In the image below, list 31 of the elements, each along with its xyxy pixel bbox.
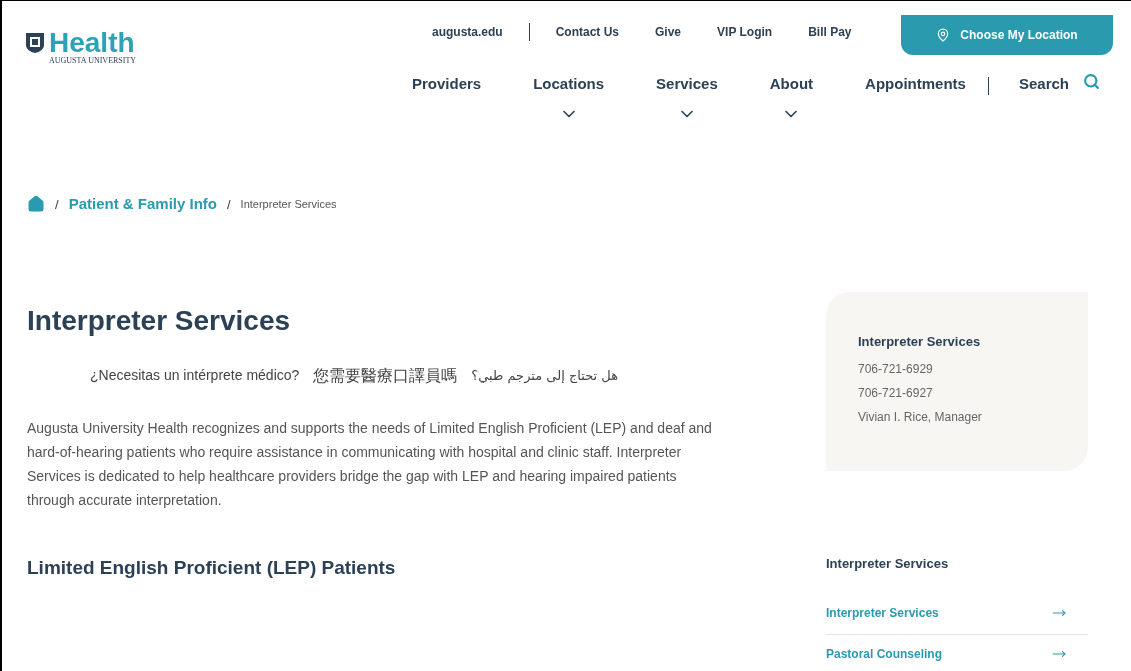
- language-prompt: ¿Necesitas un intérprete médico?: [90, 366, 300, 385]
- nav-link[interactable]: Appointments: [865, 73, 966, 96]
- shield-logo-icon: [25, 32, 45, 54]
- breadcrumb-separator: /: [55, 195, 59, 214]
- nav-link[interactable]: Services: [656, 73, 718, 96]
- search-icon[interactable]: [1083, 73, 1100, 90]
- utility-link[interactable]: VIP Login: [717, 23, 773, 41]
- breadcrumb-separator: /: [227, 195, 231, 214]
- utility-link[interactable]: augusta.edu: [432, 23, 503, 41]
- logo-subtitle: AUGUSTA UNIVERSITY: [49, 57, 138, 65]
- contact-line: 706-721-6929: [858, 360, 934, 378]
- utility-link[interactable]: Bill Pay: [808, 23, 852, 41]
- side-nav-title: Interpreter Services: [826, 555, 950, 573]
- breadcrumb-current: Interpreter Services: [240, 197, 337, 212]
- nav-link[interactable]: Providers: [412, 73, 482, 96]
- nav-link[interactable]: Locations: [533, 73, 605, 96]
- nav-link[interactable]: About: [769, 73, 814, 96]
- section-heading: Limited English Proficient (LEP) Patients: [27, 555, 397, 580]
- language-prompt: هل تحتاج إلى مترجم طبي؟: [471, 366, 618, 386]
- contact-line: 706-721-6927: [858, 384, 934, 402]
- intro-paragraph: Augusta University Health recognizes and supports the needs of Limited English Proficient (LEP) and deaf and hard-of-hearing patients who require assistance in communicating with hospital and clinic staff. Interpreter Services is dedicated to help healthcare providers bridge the gap with LEP and hearing impaired patients through accurate interpretation.: [27, 418, 713, 510]
- map-pin-icon: [936, 28, 951, 42]
- contact-line: Vivian I. Rice, Manager: [858, 408, 983, 426]
- search-link[interactable]: Search: [1018, 73, 1069, 96]
- home-icon[interactable]: [27, 195, 45, 214]
- language-prompt: 您需要醫療口譯員嗎: [313, 364, 458, 387]
- contact-title: Interpreter Services: [858, 333, 982, 351]
- utility-link[interactable]: Give: [655, 23, 682, 41]
- utility-link[interactable]: Contact Us: [555, 23, 620, 41]
- logo-wordmark: Health: [49, 29, 135, 57]
- page-title: Interpreter Services: [27, 303, 292, 338]
